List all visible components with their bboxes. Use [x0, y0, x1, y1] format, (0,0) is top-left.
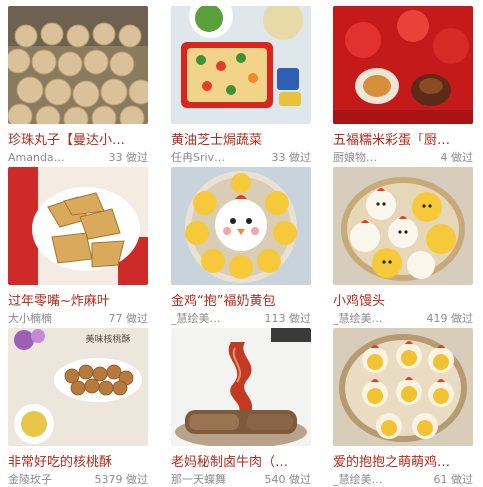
recipe-card[interactable]: 小鸡馒头 _慧绘美… 419 做过: [333, 167, 473, 326]
recipe-meta: 金陵玫子 5379 做过: [8, 473, 148, 487]
recipe-meta: Amanda… 33 做过: [8, 151, 148, 165]
recipe-card[interactable]: 黄油芝士焗蔬菜 任冉Sriv… 33 做过: [171, 6, 311, 165]
fried-snack-photo[interactable]: [8, 167, 148, 285]
recipe-meta: 厨娘物… 4 做过: [333, 151, 473, 165]
glutinous-rice-egg-photo[interactable]: [333, 6, 473, 124]
chick-steamed-bun-photo[interactable]: [333, 167, 473, 285]
cooked-count: 419 做过: [426, 312, 474, 325]
recipe-author[interactable]: 大小楠楠: [8, 312, 52, 326]
recipe-title[interactable]: 珍珠丸子【曼达小…: [8, 133, 148, 149]
recipe-card[interactable]: 金鸡“抱”福奶黄包 _慧绘美… 113 做过: [171, 167, 311, 326]
recipe-title[interactable]: 小鸡馒头: [333, 294, 473, 310]
cooked-count: 33 做过: [271, 151, 312, 164]
recipe-meta: 那一天蝶舞 540 做过: [171, 473, 311, 487]
cooked-count: 540 做过: [264, 473, 312, 486]
recipe-card[interactable]: 老妈秘制卤牛肉（… 那一天蝶舞 540 做过: [171, 328, 311, 487]
recipe-card[interactable]: 爱的抱抱之萌萌鸡… _慧绘美… 61 做过: [333, 328, 473, 487]
recipe-meta: 大小楠楠 77 做过: [8, 312, 148, 326]
baked-vegetables-photo[interactable]: [171, 6, 311, 124]
walnut-cookie-photo[interactable]: 美味核桃酥: [8, 328, 148, 446]
pearl-balls-photo[interactable]: [8, 6, 148, 124]
recipe-author[interactable]: _慧绘美…: [171, 312, 221, 326]
recipe-meta: _慧绘美… 61 做过: [333, 473, 473, 487]
recipe-card[interactable]: 美味核桃酥 非常好吃的核桃酥 金陵玫子 5379 做过: [8, 328, 148, 487]
recipe-title[interactable]: 爱的抱抱之萌萌鸡…: [333, 455, 473, 471]
recipe-author[interactable]: _慧绘美…: [333, 473, 383, 487]
recipe-title[interactable]: 过年零嘴~炸麻叶: [8, 294, 148, 310]
recipe-author[interactable]: _慧绘美…: [333, 312, 383, 326]
braised-beef-photo[interactable]: [171, 328, 311, 446]
recipe-title[interactable]: 黄油芝士焗蔬菜: [171, 133, 311, 149]
cooked-count: 113 做过: [264, 312, 312, 325]
cooked-count: 5379 做过: [94, 473, 149, 486]
recipe-author[interactable]: 任冉Sriv…: [171, 151, 225, 165]
recipe-meta: 任冉Sriv… 33 做过: [171, 151, 311, 165]
recipe-title[interactable]: 金鸡“抱”福奶黄包: [171, 294, 311, 310]
plate-label: 美味核桃酥: [85, 333, 130, 345]
cooked-count: 33 做过: [108, 151, 149, 164]
recipe-title[interactable]: 非常好吃的核桃酥: [8, 455, 148, 471]
recipe-card[interactable]: 珍珠丸子【曼达小… Amanda… 33 做过: [8, 6, 148, 165]
recipe-author[interactable]: 金陵玫子: [8, 473, 52, 487]
recipe-author[interactable]: Amanda…: [8, 151, 65, 165]
recipe-title[interactable]: 五福糯米彩蛋「厨…: [333, 133, 473, 149]
recipe-grid: 珍珠丸子【曼达小… Amanda… 33 做过 黄油芝士焗蔬菜 任冉Sriv… …: [0, 0, 483, 486]
recipe-author[interactable]: 那一天蝶舞: [171, 473, 226, 487]
recipe-title[interactable]: 老妈秘制卤牛肉（…: [171, 455, 311, 471]
chick-custard-bun-photo[interactable]: [171, 167, 311, 285]
cooked-count: 61 做过: [433, 473, 474, 486]
recipe-card[interactable]: 过年零嘴~炸麻叶 大小楠楠 77 做过: [8, 167, 148, 326]
cooked-count: 77 做过: [108, 312, 149, 325]
recipe-meta: _慧绘美… 113 做过: [171, 312, 311, 326]
recipe-meta: _慧绘美… 419 做过: [333, 312, 473, 326]
cooked-count: 4 做过: [440, 151, 474, 164]
hug-chick-bun-photo[interactable]: [333, 328, 473, 446]
recipe-card[interactable]: 五福糯米彩蛋「厨… 厨娘物… 4 做过: [333, 6, 473, 165]
recipe-author[interactable]: 厨娘物…: [333, 151, 377, 165]
